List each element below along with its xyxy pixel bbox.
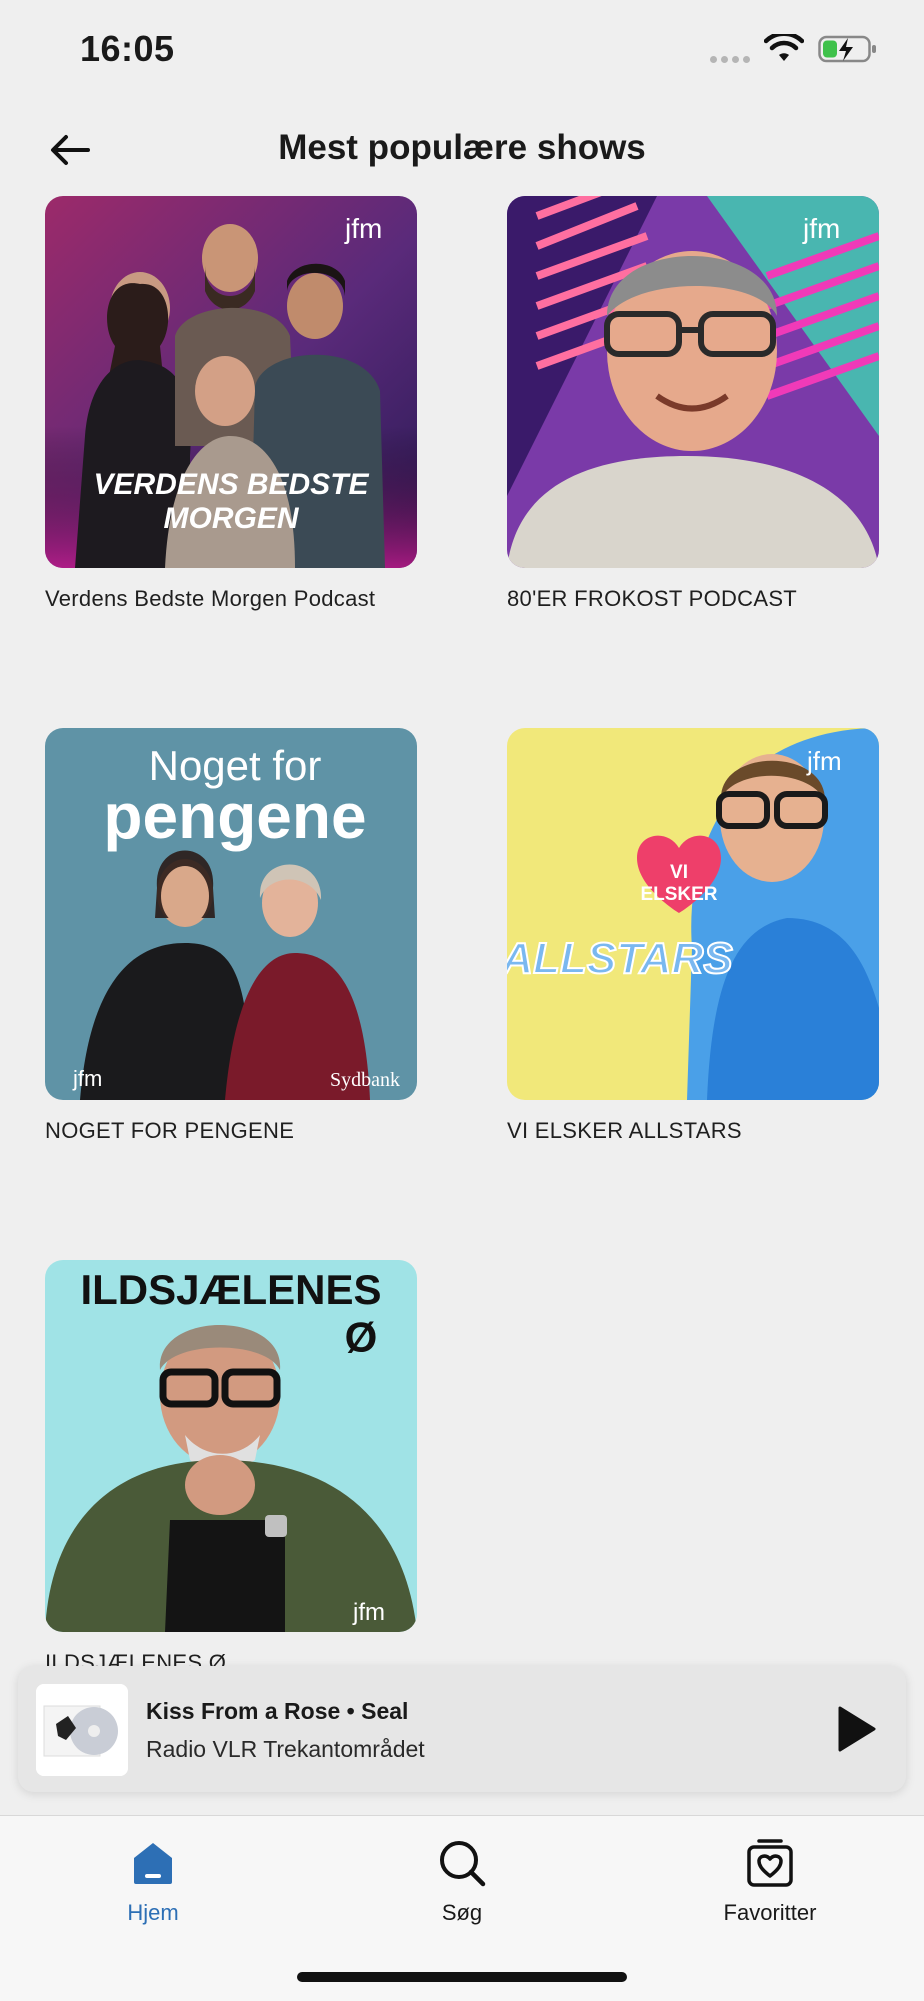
show-title: VI ELSKER ALLSTARS xyxy=(507,1118,742,1143)
show-title: NOGET FOR PENGENE xyxy=(45,1118,295,1143)
tab-label: Søg xyxy=(441,1900,483,1925)
show-card[interactable]: VI ELSKER ALLSTARS jfm VI ELSKER ALLSTAR… xyxy=(507,728,879,1144)
svg-text:ALLSTARS: ALLSTARS xyxy=(507,934,733,983)
tab-label: Favoritter xyxy=(723,1900,817,1925)
play-icon[interactable] xyxy=(828,1702,882,1756)
svg-text:ELSKER: ELSKER xyxy=(640,884,717,905)
search-icon xyxy=(440,1841,486,1887)
svg-text:ILDSJÆLENES: ILDSJÆLENES xyxy=(80,1266,381,1313)
svg-text:VERDENS BEDSTE: VERDENS BEDSTE xyxy=(93,468,369,501)
show-card[interactable]: ILDSJÆLENES Ø jfm ILDSJÆLENES Ø xyxy=(45,1260,417,1668)
show-title: 80'ER FROKOST PODCAST xyxy=(507,586,798,611)
tab-home[interactable]: Hjem xyxy=(53,1836,253,1926)
tab-label: Hjem xyxy=(127,1900,179,1925)
show-card[interactable]: jfm 80'ER FROKOST PODCAST xyxy=(507,196,879,612)
sponsor-logo: Sydbank xyxy=(330,1069,400,1091)
album-art xyxy=(36,1684,128,1776)
show-cover: ILDSJÆLENES Ø jfm xyxy=(45,1260,417,1632)
track-title: Kiss From a Rose • Seal xyxy=(146,1698,409,1724)
home-icon xyxy=(134,1843,172,1884)
brand-logo: jfm xyxy=(806,746,842,776)
brand-logo: jfm xyxy=(344,213,382,244)
home-indicator xyxy=(297,1972,627,1982)
brand-logo: jfm xyxy=(352,1599,385,1626)
show-cover: jfm VERDENS BEDSTE MORGEN xyxy=(45,196,417,568)
mini-player[interactable]: Kiss From a Rose • Seal Radio VLR Trekan… xyxy=(18,1666,906,1792)
show-cover: jfm xyxy=(507,196,879,568)
favorites-icon xyxy=(747,1839,793,1887)
show-card[interactable]: jfm VERDENS BEDSTE MORGEN Verdens Bedste… xyxy=(45,196,417,612)
tab-search[interactable]: Søg xyxy=(362,1836,562,1926)
svg-text:pengene: pengene xyxy=(103,780,366,852)
show-title: Verdens Bedste Morgen Podcast xyxy=(45,586,376,611)
brand-logo: jfm xyxy=(802,213,840,244)
svg-text:Ø: Ø xyxy=(345,1314,378,1361)
shows-scroll-area[interactable]: jfm VERDENS BEDSTE MORGEN Verdens Bedste… xyxy=(0,0,924,1668)
station-name: Radio VLR Trekantområdet xyxy=(146,1736,425,1762)
show-card[interactable]: Noget for pengene jfm Sydbank NOGET FOR … xyxy=(45,728,417,1144)
svg-text:VI: VI xyxy=(670,862,688,883)
tab-favorites[interactable]: Favoritter xyxy=(670,1836,870,1926)
brand-logo: jfm xyxy=(72,1066,102,1091)
svg-text:MORGEN: MORGEN xyxy=(164,502,300,535)
show-cover: VI ELSKER ALLSTARS jfm xyxy=(507,728,879,1100)
show-cover: Noget for pengene jfm Sydbank xyxy=(45,728,417,1100)
